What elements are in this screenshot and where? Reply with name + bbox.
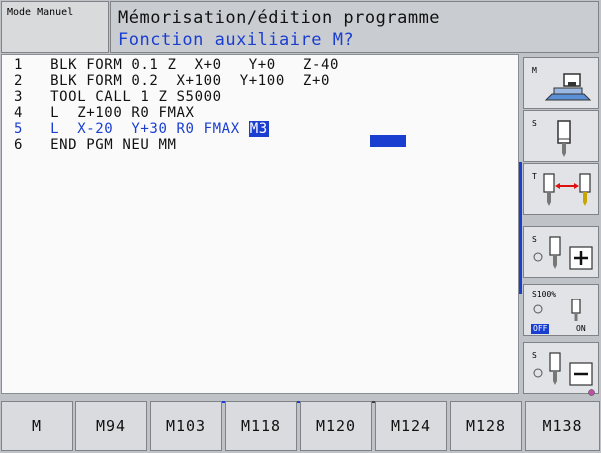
program-line-5-text: 5 L X-20 Y+30 R0 FMAX bbox=[14, 121, 249, 137]
program-line-3[interactable]: 3 TOOL CALL 1 Z S5000 bbox=[14, 89, 222, 105]
softkey-m103[interactable]: M103 bbox=[150, 401, 222, 451]
page-title: Mémorisation/édition programme bbox=[118, 8, 441, 28]
m-softkey-label: M bbox=[532, 66, 537, 75]
program-line-4[interactable]: 4 L Z+100 R0 FMAX bbox=[14, 105, 195, 121]
spindle-on-off-softkey[interactable]: S100% OFF ON bbox=[523, 284, 599, 336]
softkey-m120[interactable]: M120 bbox=[300, 401, 372, 451]
mode-label: Mode Manuel bbox=[7, 7, 74, 18]
spindle-override-plus-softkey[interactable]: S bbox=[523, 226, 599, 278]
spindle-override-minus-softkey[interactable]: S bbox=[523, 342, 599, 394]
override-percent: S100% bbox=[532, 290, 557, 299]
tool-change-icon bbox=[543, 173, 591, 206]
s-softkey-label: S bbox=[532, 119, 537, 128]
softkey-m124[interactable]: M124 bbox=[375, 401, 447, 451]
program-line-6[interactable]: 6 END PGM NEU MM bbox=[14, 137, 177, 153]
spindle-off-toggle[interactable]: OFF bbox=[531, 324, 550, 334]
softkey-m138[interactable]: M138 bbox=[525, 401, 600, 451]
m-function-softkey[interactable]: M bbox=[523, 57, 599, 109]
machine-table-icon bbox=[544, 73, 592, 101]
dialog-prompt: Fonction auxiliaire M? bbox=[118, 30, 355, 50]
program-line-1[interactable]: 1 BLK FORM 0.1 Z X+0 Y+0 Z-40 bbox=[14, 57, 339, 73]
softkey-m[interactable]: M bbox=[1, 401, 73, 451]
scroll-indicator-icon bbox=[588, 389, 595, 396]
spindle-on-toggle[interactable]: ON bbox=[576, 324, 586, 334]
tool-call-softkey[interactable]: T bbox=[523, 163, 599, 215]
spindle-override-icon bbox=[533, 299, 581, 321]
input-cursor bbox=[370, 135, 406, 147]
program-editor[interactable]: 1 BLK FORM 0.1 Z X+0 Y+0 Z-40 2 BLK FORM… bbox=[1, 54, 519, 394]
title-panel: Mémorisation/édition programme Fonction … bbox=[110, 1, 599, 53]
spindle-icon bbox=[557, 120, 571, 157]
softkey-m94[interactable]: M94 bbox=[75, 401, 147, 451]
softkey-m118[interactable]: M118 bbox=[225, 401, 297, 451]
side-accent-bar bbox=[519, 162, 522, 294]
softkey-m128[interactable]: M128 bbox=[450, 401, 522, 451]
spindle-plus-icon bbox=[533, 236, 593, 270]
program-line-2[interactable]: 2 BLK FORM 0.2 X+100 Y+100 Z+0 bbox=[14, 73, 330, 89]
spindle-speed-softkey[interactable]: S bbox=[523, 110, 599, 162]
m3-highlight: M3 bbox=[248, 121, 269, 137]
spindle-minus-icon bbox=[533, 352, 593, 386]
program-line-5-active[interactable]: 5 L X-20 Y+30 R0 FMAX M3 bbox=[14, 121, 269, 137]
t-softkey-label: T bbox=[532, 172, 537, 181]
mode-panel: Mode Manuel bbox=[1, 1, 109, 53]
